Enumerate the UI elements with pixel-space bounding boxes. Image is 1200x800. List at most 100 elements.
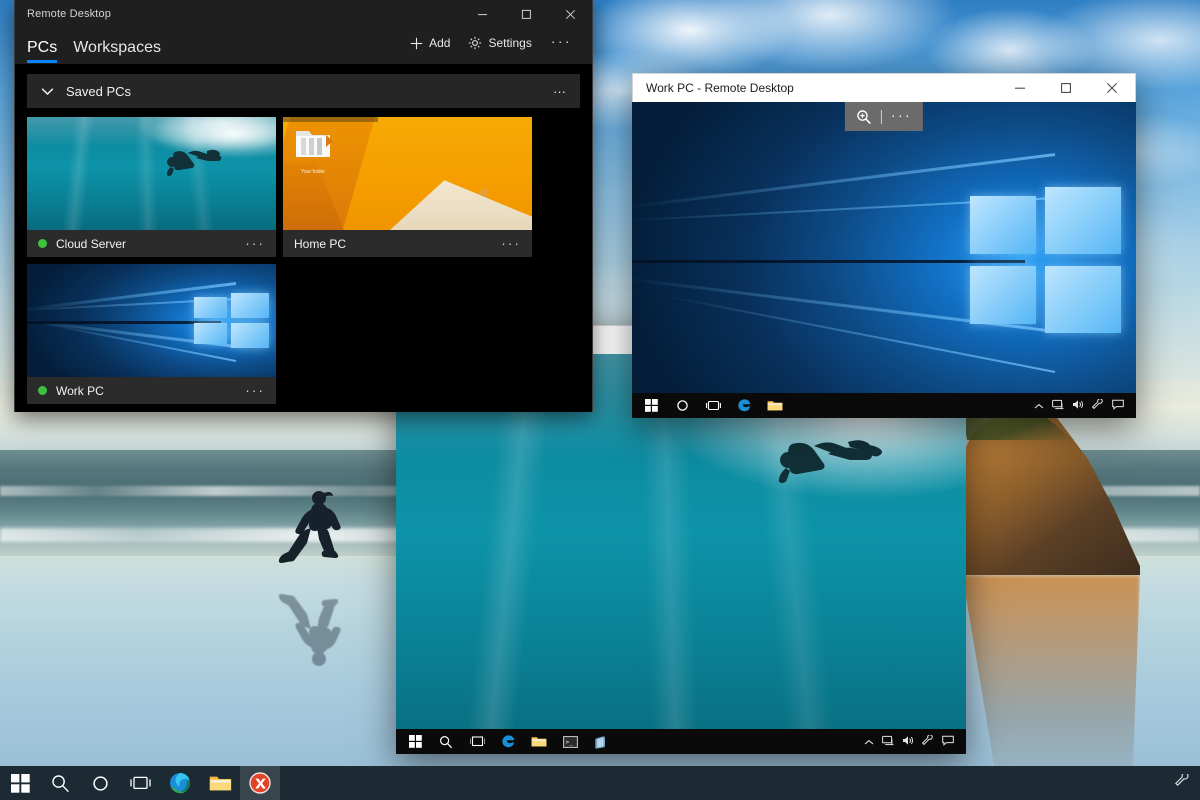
underwater-diver-silhouette (160, 137, 226, 177)
remote-edge-button[interactable] (731, 393, 757, 418)
underwater-diver-silhouette (766, 418, 886, 484)
remote-store-button[interactable] (588, 729, 614, 754)
maximize-button[interactable] (1043, 74, 1089, 103)
pc-more-button-home-pc[interactable]: ··· (501, 236, 521, 251)
remote-task-view-button[interactable] (464, 729, 490, 754)
close-button[interactable] (548, 0, 592, 28)
tray-volume-icon[interactable] (1072, 397, 1084, 415)
search-button[interactable] (40, 766, 80, 800)
pc-name-cloud-server: Cloud Server (56, 237, 245, 251)
svg-text:>_: >_ (565, 739, 573, 746)
pc-tile-grid: Cloud Server ··· (27, 108, 580, 404)
tray-volume-icon[interactable] (902, 733, 914, 751)
tab-workspaces[interactable]: Workspaces (73, 39, 161, 64)
task-view-button[interactable] (120, 766, 160, 800)
work-pc-remote-taskbar[interactable] (632, 393, 1136, 418)
close-button[interactable] (1089, 74, 1135, 103)
remote-file-explorer-button[interactable] (762, 393, 788, 418)
pc-thumbnail-work-pc[interactable] (27, 264, 276, 377)
tab-pcs[interactable]: PCs (27, 39, 57, 64)
win10-hero-logo (970, 187, 1121, 332)
edge-button[interactable] (160, 766, 200, 800)
win10-hero-logo (194, 293, 269, 347)
work-pc-wallpaper (632, 102, 1136, 418)
tray-action-center-icon[interactable] (1112, 397, 1124, 415)
pc-tile-home-pc[interactable]: Your folder Home PC ··· (283, 117, 532, 257)
tray-tools-icon[interactable] (1092, 397, 1104, 415)
start-button[interactable] (0, 766, 40, 800)
pc-more-button-work-pc[interactable]: ··· (245, 383, 265, 398)
tray-network-icon[interactable] (1052, 397, 1064, 415)
app-titlebar[interactable]: Remote Desktop (15, 0, 592, 28)
pc-tile-work-pc[interactable]: Work PC ··· (27, 264, 276, 404)
remote-command-prompt-button[interactable]: >_ (557, 729, 583, 754)
pc-tile-footer-work-pc: Work PC ··· (27, 377, 276, 404)
remote-file-explorer-button[interactable] (526, 729, 552, 754)
session-connection-bar[interactable]: ··· (845, 102, 923, 131)
add-button[interactable]: Add (403, 33, 457, 53)
tray-tools-icon[interactable] (922, 733, 934, 751)
cortana-button[interactable] (80, 766, 120, 800)
desktop-folder-label: Your folder (287, 169, 339, 175)
remote-desktop-app-window[interactable]: Remote Desktop PCs Workspaces Add (14, 0, 593, 412)
zoom-button[interactable] (856, 109, 872, 125)
host-taskbar[interactable] (0, 766, 1200, 800)
thumbnail-windows10-wallpaper (27, 264, 276, 377)
plus-icon (410, 37, 423, 50)
host-taskbar-items (0, 766, 280, 800)
pc-tile-footer-cloud-server: Cloud Server ··· (27, 230, 276, 257)
remote-cortana-button[interactable] (669, 393, 695, 418)
wallpaper-runner-reflection (262, 592, 346, 670)
tray-action-center-icon[interactable] (942, 733, 954, 751)
remote-desktop-button[interactable] (240, 766, 280, 800)
status-dot-online (38, 239, 47, 248)
add-button-label: Add (429, 36, 450, 50)
cloud-server-taskbar-tray (864, 733, 960, 751)
minimize-button[interactable] (460, 0, 504, 28)
saved-pcs-label: Saved PCs (66, 84, 553, 99)
thumbnail-window-strip (283, 117, 378, 122)
saved-pcs-group-header[interactable]: Saved PCs ··· (27, 74, 580, 108)
settings-button[interactable]: Settings (461, 33, 538, 53)
remote-start-button[interactable] (402, 729, 428, 754)
remote-start-button[interactable] (638, 393, 664, 418)
pc-thumbnail-cloud-server[interactable] (27, 117, 276, 230)
work-pc-titlebar[interactable]: Work PC - Remote Desktop (632, 73, 1136, 102)
status-dot-online (38, 386, 47, 395)
app-content-area: Saved PCs ··· (15, 64, 592, 412)
app-command-bar: PCs Workspaces Add Set (15, 28, 592, 64)
tray-chevron-up-icon[interactable] (1034, 397, 1044, 415)
tray-network-icon[interactable] (882, 733, 894, 751)
pc-name-home-pc: Home PC (294, 237, 501, 251)
work-pc-session-window[interactable]: Work PC - Remote Desktop ··· (632, 73, 1136, 418)
remote-edge-button[interactable] (495, 729, 521, 754)
session-more-button[interactable]: ··· (891, 108, 912, 126)
gear-icon (468, 36, 482, 50)
maximize-button[interactable] (504, 0, 548, 28)
minimize-button[interactable] (997, 74, 1043, 103)
pc-tile-footer-home-pc: Home PC ··· (283, 230, 532, 257)
pc-more-button-cloud-server[interactable]: ··· (245, 236, 265, 251)
tray-chevron-up-icon[interactable] (864, 733, 874, 751)
app-title-text: Remote Desktop (15, 8, 460, 20)
host-taskbar-tray (1175, 774, 1200, 792)
pc-tile-cloud-server[interactable]: Cloud Server ··· (27, 117, 276, 257)
cloud-server-taskbar-items: >_ (402, 729, 864, 754)
win10-logo-seam (632, 260, 1025, 263)
chevron-down-icon[interactable] (41, 87, 54, 96)
work-pc-taskbar-tray (1034, 397, 1130, 415)
remote-search-button[interactable] (433, 729, 459, 754)
work-pc-remote-canvas[interactable]: ··· (632, 102, 1136, 418)
saved-pcs-more-button[interactable]: ··· (553, 84, 566, 99)
win10-logo-seam (27, 321, 221, 324)
remote-task-view-button[interactable] (700, 393, 726, 418)
cloud-server-remote-taskbar[interactable]: >_ (396, 729, 966, 754)
wallpaper-runner-silhouette (262, 487, 346, 565)
file-explorer-button[interactable] (200, 766, 240, 800)
tray-network-icon[interactable] (1175, 774, 1190, 792)
desktop-folder-icon (293, 127, 333, 166)
work-pc-taskbar-items (638, 393, 1034, 418)
pc-thumbnail-home-pc[interactable]: Your folder (283, 117, 532, 230)
thumbnail-underwater-wallpaper (27, 117, 276, 230)
more-options-button[interactable]: ··· (543, 30, 580, 56)
